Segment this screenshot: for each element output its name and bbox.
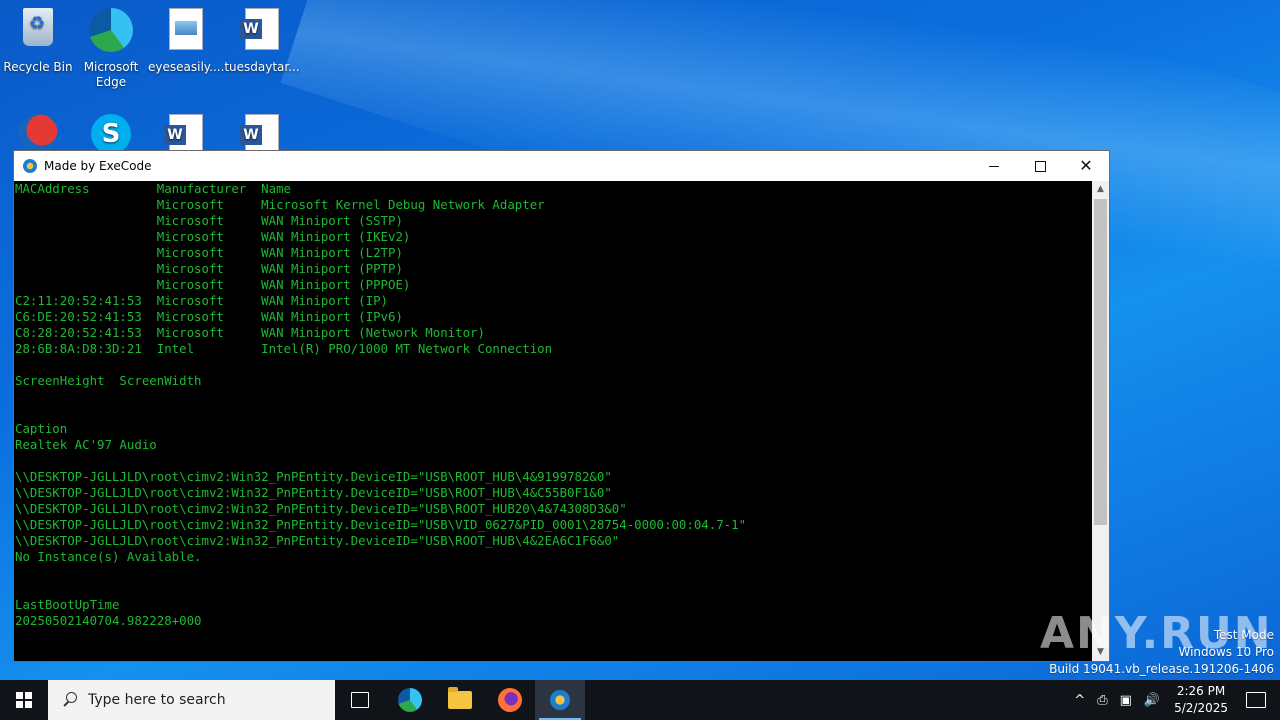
maximize-button[interactable] [1017, 151, 1063, 181]
desktop-icon-edge[interactable]: Microsoft Edge [73, 2, 149, 90]
folder-icon [448, 687, 472, 709]
taskbar: Type here to search ^ ⎙ ▣ 🔊 2:26 PM 5/2/… [0, 680, 1280, 720]
close-icon: ✕ [1079, 156, 1093, 175]
execode-app-icon [23, 159, 37, 173]
console-line: \\DESKTOP-JGLLJLD\root\cimv2:Win32_PnPEn… [15, 501, 627, 516]
desktop-icon-label: Recycle Bin [3, 60, 73, 74]
taskbar-file-explorer-button[interactable] [435, 680, 485, 720]
console-line: 28:6B:8A:D8:3D:21 Intel Intel(R) PRO/100… [15, 341, 553, 356]
console-line: C6:DE:20:52:41:53 Microsoft WAN Miniport… [15, 309, 403, 324]
taskbar-edge-button[interactable] [385, 680, 435, 720]
window-title: Made by ExeCode [44, 159, 152, 173]
console-line: Realtek AC'97 Audio [15, 437, 157, 452]
scroll-up-arrow-icon[interactable]: ▲ [1092, 181, 1109, 198]
console-line: Caption [15, 421, 68, 436]
search-icon [62, 692, 78, 708]
taskbar-firefox-button[interactable] [485, 680, 535, 720]
clock-date: 5/2/2025 [1174, 701, 1228, 715]
search-placeholder: Type here to search [88, 692, 226, 708]
console-line: No Instance(s) Available. [15, 549, 202, 564]
watermark-test-mode: Test Mode [1213, 628, 1274, 642]
console-line: ScreenHeight ScreenWidth [15, 373, 202, 388]
desktop-icon-label: Microsoft Edge [83, 60, 139, 89]
taskbar-execode-button[interactable] [535, 680, 585, 720]
close-button[interactable]: ✕ [1063, 151, 1109, 181]
console-line: \\DESKTOP-JGLLJLD\root\cimv2:Win32_PnPEn… [15, 517, 747, 532]
scroll-thumb[interactable] [1094, 199, 1107, 525]
console-line: \\DESKTOP-JGLLJLD\root\cimv2:Win32_PnPEn… [15, 485, 612, 500]
console-line: C8:28:20:52:41:53 Microsoft WAN Miniport… [15, 325, 485, 340]
console-window[interactable]: Made by ExeCode ✕ MACAddress Manufacture… [13, 150, 1110, 662]
desktop-icon-label: eyeseasily.... [148, 60, 225, 74]
maximize-icon [1034, 160, 1046, 172]
desktop-icon-eyeseasily[interactable]: eyeseasily.... [148, 2, 224, 75]
console-line: Microsoft WAN Miniport (PPTP) [15, 261, 403, 276]
edge-icon [87, 8, 135, 56]
tray-device-icon[interactable]: ⎙ [1097, 693, 1107, 708]
vertical-scrollbar[interactable]: ▲ ▼ [1092, 181, 1109, 661]
windows-watermark: Test Mode Windows 10 Pro Build 19041.vb_… [1049, 627, 1274, 678]
watermark-edition: Windows 10 Pro [1178, 645, 1274, 659]
console-output[interactable]: MACAddress Manufacturer Name Microsoft M… [14, 181, 1094, 661]
clock-time: 2:26 PM [1176, 684, 1226, 698]
network-icon[interactable]: ▣ [1120, 693, 1132, 708]
volume-icon[interactable]: 🔊 [1144, 693, 1160, 708]
windows-logo-icon [16, 692, 32, 708]
taskbar-clock[interactable]: 2:26 PM 5/2/2025 [1174, 683, 1228, 717]
console-line: \\DESKTOP-JGLLJLD\root\cimv2:Win32_PnPEn… [15, 469, 612, 484]
firefox-icon [498, 688, 522, 712]
console-line: Microsoft WAN Miniport (SSTP) [15, 213, 403, 228]
tray-overflow-chevron-icon[interactable]: ^ [1074, 693, 1085, 708]
desktop-icon-label: tuesdaytar... [224, 60, 300, 74]
console-line: Microsoft Microsoft Kernel Debug Network… [15, 197, 545, 212]
console-line: LastBootUpTime [15, 597, 120, 612]
minimize-button[interactable] [971, 151, 1017, 181]
notification-center-icon[interactable] [1246, 692, 1266, 708]
execode-app-icon [550, 690, 570, 710]
start-button[interactable] [0, 680, 48, 720]
word-document-icon [238, 8, 286, 56]
desktop-icon-tuesdaytar[interactable]: tuesdaytar... [224, 2, 300, 75]
desktop-icon-recycle-bin[interactable]: Recycle Bin [0, 2, 76, 75]
console-line: Microsoft WAN Miniport (PPPOE) [15, 277, 411, 292]
task-view-button[interactable] [335, 680, 385, 720]
image-file-icon [162, 8, 210, 56]
taskbar-search-box[interactable]: Type here to search [48, 680, 335, 720]
minimize-icon [989, 165, 999, 167]
console-line: Microsoft WAN Miniport (IKEv2) [15, 229, 411, 244]
edge-icon [398, 688, 422, 712]
console-line: \\DESKTOP-JGLLJLD\root\cimv2:Win32_PnPEn… [15, 533, 620, 548]
console-line: MACAddress Manufacturer Name [15, 181, 292, 196]
system-tray: ^ ⎙ ▣ 🔊 2:26 PM 5/2/2025 [1068, 680, 1280, 720]
console-line: C2:11:20:52:41:53 Microsoft WAN Miniport… [15, 293, 388, 308]
window-titlebar[interactable]: Made by ExeCode ✕ [14, 151, 1109, 181]
task-view-icon [351, 692, 369, 708]
recycle-bin-icon [14, 8, 62, 56]
console-line: Microsoft WAN Miniport (L2TP) [15, 245, 403, 260]
console-line: 20250502140704.982228+000 [15, 613, 202, 628]
watermark-build: Build 19041.vb_release.191206-1406 [1049, 662, 1274, 676]
